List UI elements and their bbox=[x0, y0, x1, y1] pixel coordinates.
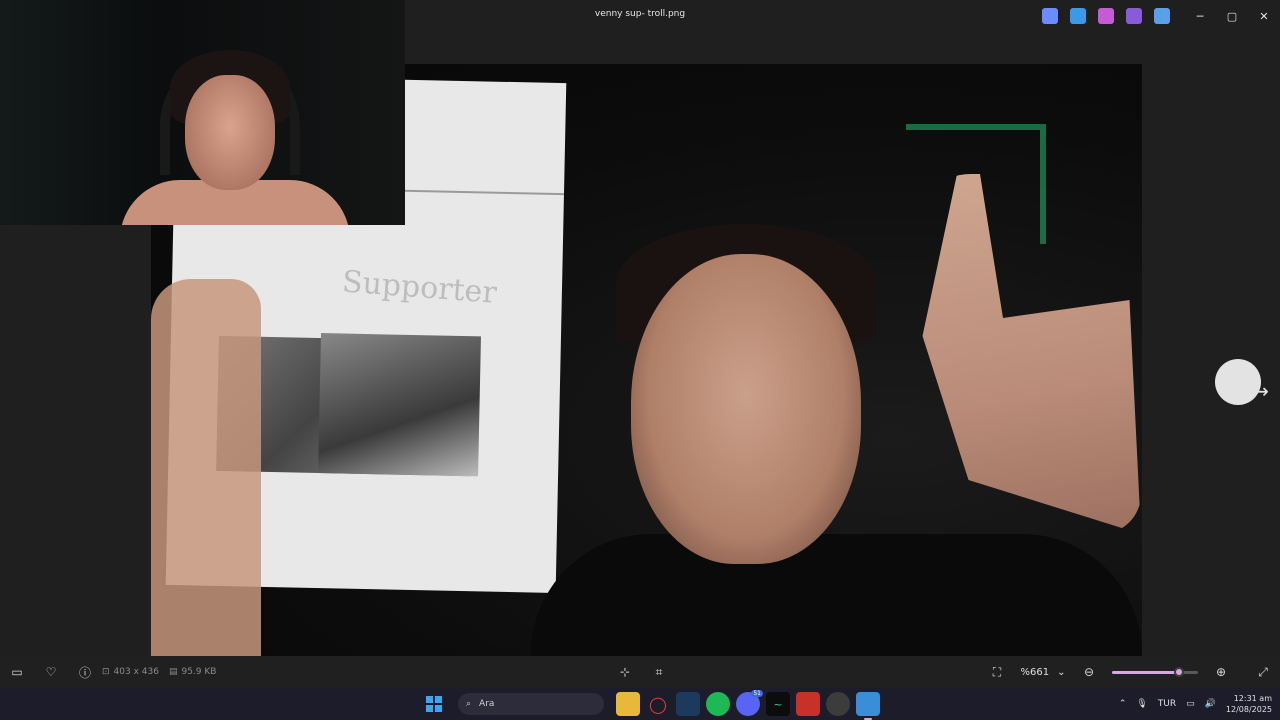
steam-icon[interactable] bbox=[676, 692, 700, 716]
edit-icon[interactable] bbox=[1070, 8, 1086, 24]
taskbar: ⌕ Ara ◯ 51 ~ ⌃ 🎙 TUR ▭ 🔊 12:31 am 12/08/… bbox=[0, 688, 1280, 720]
erase-icon[interactable] bbox=[1098, 8, 1114, 24]
webcam-face bbox=[185, 75, 275, 190]
center-tools: ⊹ ⌗ bbox=[608, 656, 676, 688]
voicemeeter-icon[interactable] bbox=[796, 692, 820, 716]
spotify-icon[interactable] bbox=[706, 692, 730, 716]
start-button[interactable] bbox=[422, 692, 446, 716]
image-filesize: ▤ 95.9 KB bbox=[168, 667, 217, 677]
discord-icon[interactable]: 51 bbox=[736, 690, 763, 716]
window-controls: ─ ▢ ✕ bbox=[1184, 0, 1280, 32]
filmstrip-icon[interactable]: ▭ bbox=[0, 656, 34, 688]
chevron-down-icon: ⌄ bbox=[1057, 666, 1066, 678]
fit-to-window-icon[interactable]: ⛶ bbox=[980, 656, 1014, 688]
effects-icon[interactable] bbox=[1126, 8, 1142, 24]
zoom-slider[interactable] bbox=[1112, 666, 1198, 678]
discord-badge: 51 bbox=[751, 690, 763, 697]
title-toolbar bbox=[1042, 8, 1170, 24]
bottom-toolbar: ▭ ♡ ⓘ ⊡ 403 x 436 ▤ 95.9 KB ⊹ ⌗ ⛶ %661 ⌄… bbox=[0, 656, 1280, 688]
zoom-value: %661 bbox=[1020, 666, 1050, 678]
obs-icon[interactable] bbox=[826, 692, 850, 716]
network-icon[interactable]: ▭ bbox=[1186, 699, 1195, 709]
zoom-in-icon[interactable]: ⊕ bbox=[1204, 656, 1238, 688]
face bbox=[631, 254, 861, 564]
info-icon[interactable]: ⓘ bbox=[68, 656, 102, 688]
scan-text-icon[interactable]: ⌗ bbox=[642, 656, 676, 688]
microphone-icon[interactable]: 🎙 bbox=[1136, 699, 1147, 709]
photos-app-icon[interactable] bbox=[856, 692, 880, 720]
copilot-icon[interactable] bbox=[1042, 8, 1058, 24]
terminal-icon[interactable]: ~ bbox=[766, 692, 790, 716]
zoom-out-icon[interactable]: ⊖ bbox=[1072, 656, 1106, 688]
file-explorer-icon[interactable] bbox=[616, 692, 640, 716]
zoom-slider-thumb[interactable] bbox=[1174, 667, 1185, 677]
clock[interactable]: 12:31 am 12/08/2025 bbox=[1226, 693, 1272, 715]
volume-icon[interactable]: 🔊 bbox=[1205, 699, 1216, 709]
webcam-overlay bbox=[0, 0, 405, 225]
person-arrow-icon: → bbox=[1215, 359, 1269, 405]
maximize-button[interactable]: ▢ bbox=[1216, 0, 1248, 32]
fullscreen-icon[interactable]: ⤢ bbox=[1246, 656, 1280, 688]
taskbar-search[interactable]: ⌕ Ara bbox=[458, 693, 604, 715]
close-button[interactable]: ✕ bbox=[1248, 0, 1280, 32]
paper-photo-portrait bbox=[318, 333, 481, 477]
opera-icon[interactable]: ◯ bbox=[646, 692, 670, 716]
chevron-up-icon[interactable]: ⌃ bbox=[1119, 699, 1127, 709]
left-hand bbox=[151, 279, 261, 688]
language-indicator[interactable]: TUR bbox=[1158, 699, 1176, 709]
dimensions-icon: ⊡ bbox=[102, 667, 110, 677]
zoom-controls: ⛶ %661 ⌄ ⊖ ⊕ ⤢ bbox=[980, 656, 1280, 688]
next-image-button[interactable]: → bbox=[1196, 352, 1280, 412]
time: 12:31 am bbox=[1233, 694, 1272, 703]
paper-text: Supporter bbox=[340, 264, 498, 311]
system-tray: ⌃ 🎙 TUR ▭ 🔊 12:31 am 12/08/2025 bbox=[1119, 688, 1272, 720]
favorite-icon[interactable]: ♡ bbox=[34, 656, 68, 688]
zoom-dropdown[interactable]: %661 ⌄ bbox=[1014, 661, 1072, 683]
taskbar-apps: ⌕ Ara ◯ 51 ~ bbox=[422, 688, 880, 720]
search-icon: ⌕ bbox=[466, 699, 472, 709]
date: 12/08/2025 bbox=[1225, 705, 1272, 714]
onedrive-icon[interactable] bbox=[1154, 8, 1170, 24]
visual-search-icon[interactable]: ⊹ bbox=[608, 656, 642, 688]
photos-app-window: venny sup- troll.png ─ ▢ ✕ Supporter → ▭… bbox=[0, 0, 1280, 688]
file-icon: ▤ bbox=[168, 667, 178, 677]
image-dimensions: ⊡ 403 x 436 bbox=[102, 667, 159, 677]
minimize-button[interactable]: ─ bbox=[1184, 0, 1216, 32]
